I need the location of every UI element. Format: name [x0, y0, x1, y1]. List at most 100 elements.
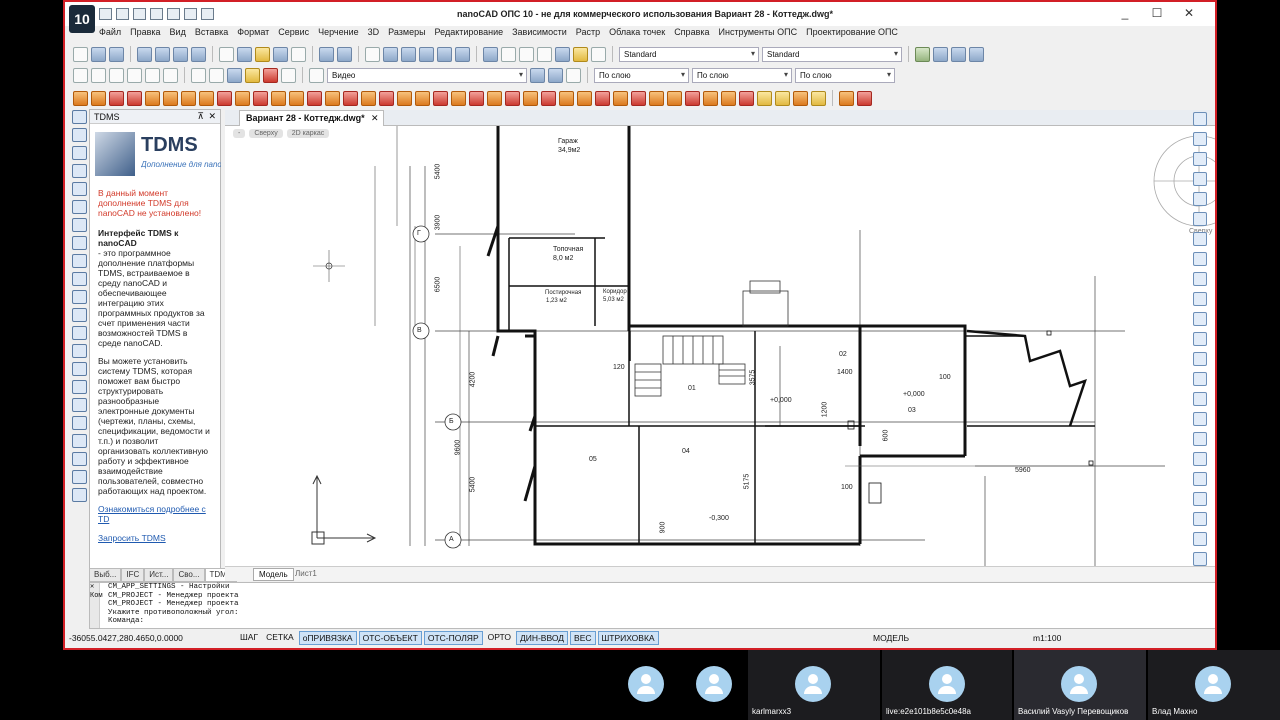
layer-walk-icon[interactable]: [548, 67, 563, 83]
menu-raster[interactable]: Растр: [576, 27, 600, 41]
ops-tool-icon[interactable]: [685, 90, 700, 106]
maximize-button[interactable]: ☐: [1141, 6, 1173, 20]
snap-intersection-icon[interactable]: [109, 67, 124, 83]
offset-icon[interactable]: [1193, 172, 1207, 186]
paste-icon[interactable]: [255, 46, 270, 62]
ops-tool-icon[interactable]: [109, 90, 124, 106]
trim-icon[interactable]: [1193, 292, 1207, 306]
save-icon[interactable]: [133, 8, 146, 20]
preview-icon[interactable]: [155, 46, 170, 62]
color-combo[interactable]: По слою: [594, 67, 689, 83]
tab-ifc[interactable]: IFC: [121, 568, 145, 582]
app-logo[interactable]: 10: [69, 5, 95, 33]
ops-check-icon[interactable]: [811, 90, 826, 106]
tab-sources[interactable]: Ист...: [144, 568, 174, 582]
tdms-more-link[interactable]: Ознакомиться подробнее с TD: [98, 504, 212, 524]
explode-icon[interactable]: [1193, 412, 1207, 426]
menu-view[interactable]: Вид: [170, 27, 186, 41]
ops-tool-icon[interactable]: [289, 90, 304, 106]
lineweight-combo[interactable]: По слою: [795, 67, 895, 83]
menu-constraints[interactable]: Зависимости: [512, 27, 567, 41]
fillet-icon[interactable]: [1193, 392, 1207, 406]
ops-tool-icon[interactable]: [487, 90, 502, 106]
ops-tool-icon[interactable]: [775, 90, 790, 106]
zoom-window-icon[interactable]: [401, 46, 416, 62]
ops-tool-icon[interactable]: [379, 90, 394, 106]
match-properties-icon[interactable]: [291, 46, 306, 62]
make-block-icon[interactable]: [71, 326, 87, 340]
participant-tile[interactable]: [678, 650, 748, 720]
revision-cloud-icon[interactable]: [71, 236, 87, 250]
wipeout-icon[interactable]: [71, 416, 87, 430]
menu-3d[interactable]: 3D: [368, 27, 380, 41]
stretch-icon[interactable]: [1193, 272, 1207, 286]
line-icon[interactable]: [71, 110, 87, 124]
tab-sheet1[interactable]: Лист1: [295, 569, 317, 578]
ops-tool-icon[interactable]: [631, 90, 646, 106]
zoom-realtime-icon[interactable]: [383, 46, 398, 62]
paste-special-icon[interactable]: [273, 46, 288, 62]
command-line[interactable]: ✕ Ком CM_APP_SETTINGS - Настройки CM_PRO…: [89, 582, 1215, 629]
ops-tool-icon[interactable]: [793, 90, 808, 106]
zoom-previous-icon[interactable]: [419, 46, 434, 62]
ops-tool-icon[interactable]: [163, 90, 178, 106]
design-center-icon[interactable]: [501, 46, 516, 62]
ellipse-icon[interactable]: [71, 272, 87, 286]
scale-icon[interactable]: [1193, 252, 1207, 266]
mtext-icon[interactable]: [71, 452, 87, 466]
close-icon[interactable]: ✕: [371, 113, 379, 124]
layer-icon[interactable]: [915, 46, 930, 62]
tab-model[interactable]: Модель: [253, 568, 294, 581]
snap-tangent-icon[interactable]: [163, 67, 178, 83]
tool-palettes-icon[interactable]: [519, 46, 534, 62]
redo-icon[interactable]: [337, 46, 352, 62]
bomb-icon[interactable]: [1193, 492, 1207, 506]
drawing-canvas[interactable]: - Сверху 2D каркас Г В Б А Гараж 34,9м2 …: [225, 126, 1215, 566]
linetype-combo[interactable]: По слою: [692, 67, 792, 83]
ops-tool-icon[interactable]: [181, 90, 196, 106]
ops-tool-icon[interactable]: [235, 90, 250, 106]
hatch-icon[interactable]: [71, 362, 87, 376]
mirror-icon[interactable]: [1193, 152, 1207, 166]
layer-isolate-icon[interactable]: [969, 46, 984, 62]
tab-properties[interactable]: Сво...: [173, 568, 205, 582]
visual-style-combo[interactable]: Видео: [327, 67, 527, 83]
save-icon[interactable]: [109, 46, 124, 62]
participant-tile[interactable]: live:e2e101b8e5c0e48a: [882, 650, 1012, 720]
snap-center-icon[interactable]: [127, 67, 142, 83]
layer-manager-icon[interactable]: [309, 67, 324, 83]
ops-tool-icon[interactable]: [703, 90, 718, 106]
participant-tile[interactable]: karlmarxx3: [748, 650, 880, 720]
sheet-set-icon[interactable]: [537, 46, 552, 62]
rectangle-icon[interactable]: [71, 182, 87, 196]
ops-tool-icon[interactable]: [451, 90, 466, 106]
layer-match-icon[interactable]: [530, 67, 545, 83]
ops-tool-icon[interactable]: [91, 90, 106, 106]
open-file-icon[interactable]: [116, 8, 129, 20]
lineweight-toggle[interactable]: ВЕС: [570, 631, 596, 645]
ops-tool-icon[interactable]: [667, 90, 682, 106]
group-icon[interactable]: [1193, 552, 1207, 566]
ops-tool-icon[interactable]: [253, 90, 268, 106]
ops-tool-icon[interactable]: [361, 90, 376, 106]
menu-point-clouds[interactable]: Облака точек: [609, 27, 665, 41]
hatch-toggle[interactable]: ШТРИХОВКА: [597, 631, 659, 645]
polygon-icon[interactable]: [71, 164, 87, 178]
spline-icon[interactable]: [71, 254, 87, 268]
dynamic-input-toggle[interactable]: ДИН-ВВОД: [515, 631, 569, 645]
undo-icon[interactable]: [167, 8, 180, 20]
new-icon[interactable]: [73, 46, 88, 62]
ops-tool-icon[interactable]: [271, 90, 286, 106]
ops-tool-icon[interactable]: [217, 90, 232, 106]
undo-icon[interactable]: [319, 46, 334, 62]
pin-icon[interactable]: ⊼: [197, 111, 204, 122]
align-icon[interactable]: [1193, 452, 1207, 466]
otrack-toggle[interactable]: ОТС-ОБЪЕКТ: [358, 631, 422, 645]
ops-tool-icon[interactable]: [145, 90, 160, 106]
dim-style-combo[interactable]: Standard: [762, 46, 902, 62]
lengthen-icon[interactable]: [1193, 432, 1207, 446]
text-icon[interactable]: [71, 470, 87, 484]
construction-line-icon[interactable]: [71, 128, 87, 142]
tdms-request-link[interactable]: Запросить TDMS: [98, 533, 212, 543]
snap-midpoint-icon[interactable]: [91, 67, 106, 83]
